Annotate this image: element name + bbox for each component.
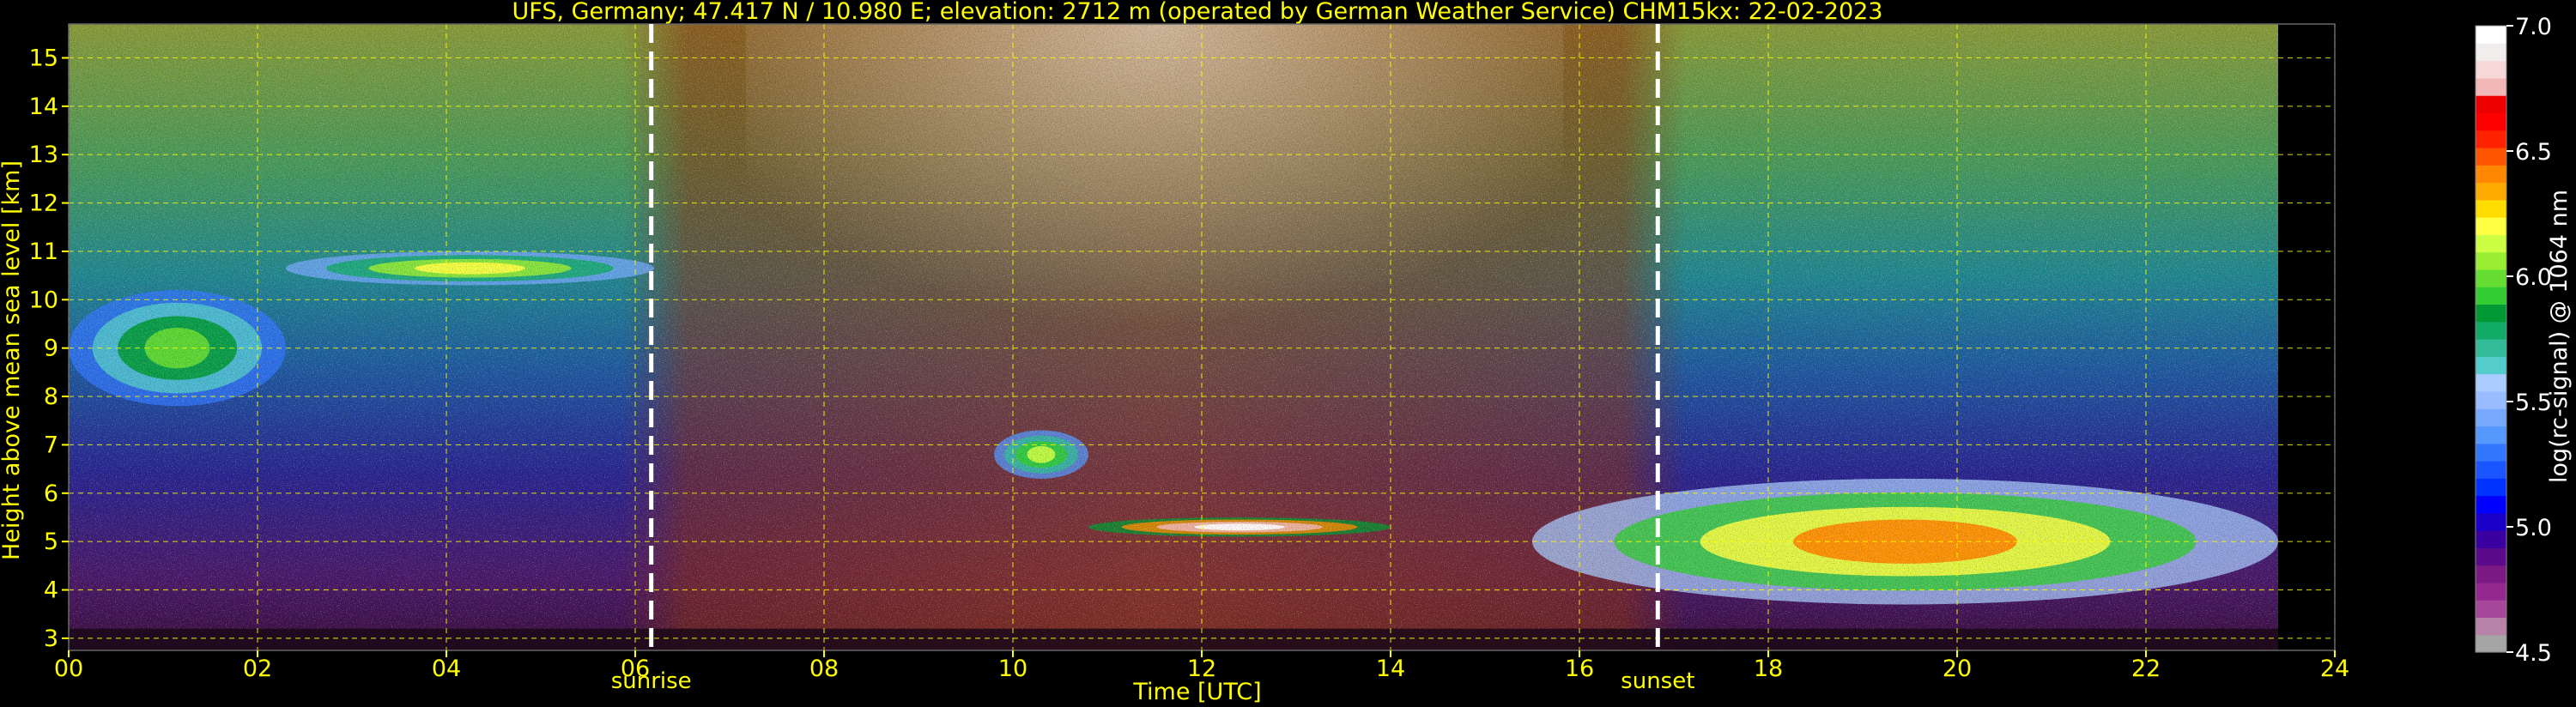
y-tick-label: 9: [44, 335, 58, 362]
colorbar-segment: [2476, 600, 2506, 619]
y-tick-label: 4: [44, 577, 58, 604]
x-tick-label: 04: [432, 656, 461, 682]
x-tick-label: 16: [1565, 656, 1594, 682]
y-tick-label: 7: [44, 432, 58, 458]
colorbar-segment: [2476, 495, 2506, 514]
colorbar-segment: [2476, 408, 2506, 426]
colorbar-tick-label: 7.0: [2515, 14, 2552, 40]
colorbar-tick-label: 5.0: [2515, 515, 2552, 541]
colorbar-segment: [2476, 582, 2506, 601]
colorbar-segment: [2476, 269, 2506, 287]
y-tick-label: 14: [29, 94, 58, 120]
y-tick-label: 12: [29, 190, 58, 217]
colorbar-segment: [2476, 512, 2506, 531]
x-tick-label: 00: [54, 656, 83, 682]
y-axis-label: Height above mean sea level [km]: [0, 160, 25, 560]
colorbar-segment: [2476, 547, 2506, 566]
colorbar-tick-label: 4.5: [2515, 640, 2552, 667]
colorbar-segment: [2476, 165, 2506, 184]
x-tick-label: 24: [2320, 656, 2349, 682]
x-axis-label: Time [UTC]: [1132, 679, 1261, 705]
colorbar-segment: [2476, 460, 2506, 479]
no-data-region: [2278, 24, 2335, 650]
colorbar-segment: [2476, 147, 2506, 166]
colorbar-segment: [2476, 112, 2506, 131]
x-tick-label: 14: [1376, 656, 1405, 682]
colorbar-tick-label: 6.5: [2515, 139, 2552, 166]
x-tick-label: 06: [621, 656, 650, 682]
y-tick-label: 3: [44, 625, 58, 652]
colorbar-segment: [2476, 530, 2506, 548]
y-tick-label: 5: [44, 529, 58, 555]
colorbar-label: log(rc-signal) @ 1064 nm: [2546, 190, 2573, 483]
colorbar-segment: [2476, 182, 2506, 201]
colorbar-segment: [2476, 339, 2506, 357]
colorbar-segment: [2476, 60, 2506, 79]
colorbar-segment: [2476, 565, 2506, 583]
ground-clutter: [69, 628, 2278, 650]
colorbar-segment: [2476, 617, 2506, 636]
colorbar-segment: [2476, 304, 2506, 323]
colorbar-segment: [2476, 217, 2506, 235]
colorbar-segment: [2476, 356, 2506, 375]
sunset-label: sunset: [1621, 668, 1694, 694]
ceilometer-chart: UFS, Germany; 47.417 N / 10.980 E; eleva…: [0, 0, 2573, 705]
x-axis: 00 02 04 06 08 10 12 14 16 18 20 22 24: [54, 650, 2349, 682]
colorbar-segment: [2476, 199, 2506, 218]
y-tick-label: 8: [44, 384, 58, 410]
x-tick-label: 10: [998, 656, 1027, 682]
colorbar-segment: [2476, 251, 2506, 270]
colorbar-segment: [2476, 478, 2506, 497]
colorbar-segment: [2476, 443, 2506, 462]
y-tick-label: 6: [44, 480, 58, 507]
colorbar: 4.55.05.56.06.57.0: [2475, 14, 2552, 667]
colorbar-segment: [2476, 426, 2506, 444]
colorbar-segment: [2476, 390, 2506, 409]
colorbar-segment: [2476, 634, 2506, 653]
y-tick-label: 10: [29, 287, 58, 313]
x-tick-label: 18: [1754, 656, 1783, 682]
colorbar-segment: [2476, 321, 2506, 340]
y-tick-label: 13: [29, 142, 58, 168]
x-tick-label: 02: [243, 656, 272, 682]
colorbar-segment: [2476, 26, 2506, 44]
colorbar-segment: [2476, 130, 2506, 148]
chart-title: UFS, Germany; 47.417 N / 10.980 E; eleva…: [512, 0, 1883, 25]
x-tick-label: 08: [809, 656, 839, 682]
colorbar-segment: [2476, 77, 2506, 96]
colorbar-segment: [2476, 234, 2506, 253]
x-tick-label: 20: [1943, 656, 1972, 682]
colorbar-segment: [2476, 373, 2506, 392]
colorbar-segment: [2476, 287, 2506, 305]
colorbar-segment: [2476, 95, 2506, 113]
colorbar-segment: [2476, 43, 2506, 62]
x-tick-label: 22: [2131, 656, 2161, 682]
y-tick-label: 11: [29, 239, 58, 265]
y-axis: 3 4 5 6 7 8 9 10 11 12 13 14 15: [29, 45, 69, 652]
y-tick-label: 15: [29, 45, 58, 71]
